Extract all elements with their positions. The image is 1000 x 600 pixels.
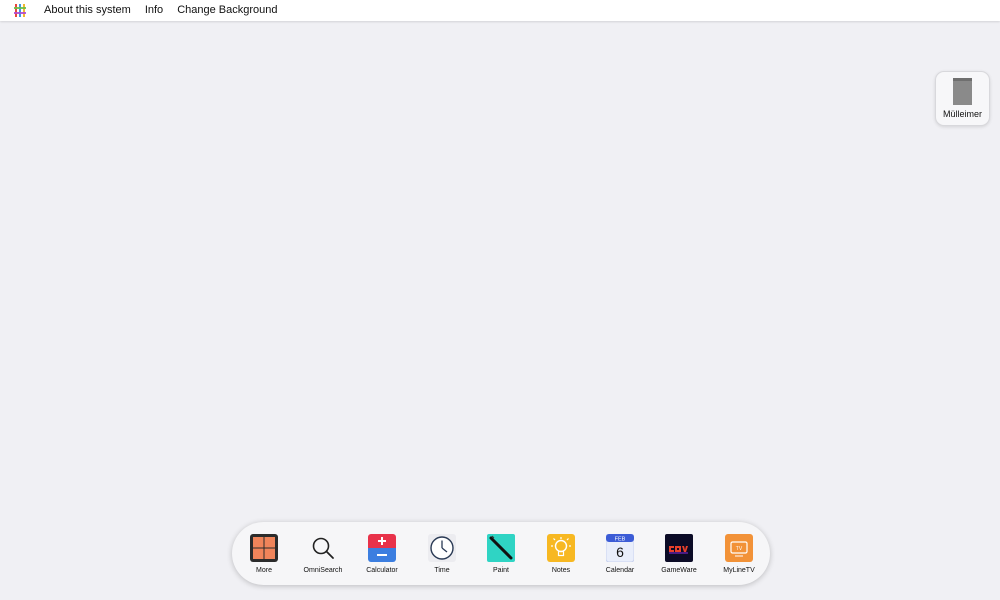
menu-change-background[interactable]: Change Background [177,0,277,21]
search-icon [309,534,337,562]
dock-label-calculator: Calculator [366,567,398,574]
dock-label-notes: Notes [551,567,571,574]
dock-item-time[interactable]: Time [414,534,470,574]
trash-label: Mülleimer [942,109,982,119]
calculator-icon [368,534,396,562]
calendar-month: FEB [615,537,626,543]
dock-label-omnisearch: OmniSearch [303,567,343,574]
calendar-icon: FEB 6 [606,534,634,562]
dock-label-time: Time [434,567,450,574]
dock-label-gameware: GameWare [661,567,697,574]
dock-item-mylinetv[interactable]: TV MyLineTV [711,534,767,574]
dock-item-calculator[interactable]: Calculator [354,534,410,574]
dock-label-paint: Paint [493,567,509,574]
dock-label-calendar: Calendar [605,567,635,574]
dock-item-paint[interactable]: Paint [473,534,529,574]
dock-item-more[interactable]: More [236,534,292,574]
dock-item-gameware[interactable]: GameWare [651,534,707,574]
lightbulb-icon [547,534,575,562]
system-logo-icon[interactable] [13,4,27,18]
dock-item-notes[interactable]: Notes [533,534,589,574]
dock-label-more: More [256,567,272,574]
menu-bar: About this system Info Change Background [0,0,1000,21]
menu-info[interactable]: Info [145,0,163,21]
menu-about[interactable]: About this system [44,0,131,21]
grid-icon [250,534,278,562]
paint-icon [487,534,515,562]
dock-item-omnisearch[interactable]: OmniSearch [295,534,351,574]
dock-label-mylinetv: MyLineTV [723,567,755,574]
gameware-icon [665,534,693,562]
clock-icon [428,534,456,562]
trash-icon [953,78,972,105]
dock-item-calendar[interactable]: FEB 6 Calendar [592,534,648,574]
trash-desktop-icon[interactable]: Mülleimer [935,71,990,126]
dock: More OmniSearch Calculator Time Paint No… [232,522,770,585]
tv-icon: TV [725,534,753,562]
calendar-day: 6 [616,544,624,560]
tv-badge: TV [736,546,743,552]
